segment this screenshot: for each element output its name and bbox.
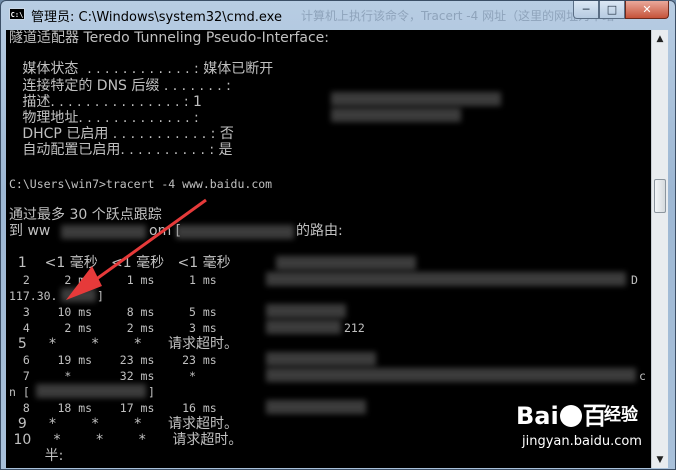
maximize-button[interactable]: □	[599, 1, 625, 19]
window-controls: ─ □ ✕	[573, 1, 669, 20]
watermark-url: jingyan.baidu.com	[522, 434, 642, 449]
jingyan-brand: 经验	[604, 405, 638, 425]
background-window-title: 计算机上执行该命令，Tracert -4 网址（这里的网址为本站	[301, 9, 615, 23]
window-title: 管理员: C:\Windows\system32\cmd.exe	[31, 10, 282, 25]
baidu-jingyan-watermark: Bai 百 经验 jingyan.baidu.com	[516, 396, 666, 464]
close-button[interactable]: ✕	[625, 1, 669, 19]
title-bar[interactable]: C:\ 管理员: C:\Windows\system32\cmd.exe 计算机…	[1, 1, 675, 29]
cmd-app-icon[interactable]: C:\	[9, 8, 25, 20]
cmd-window: C:\ 管理员: C:\Windows\system32\cmd.exe 计算机…	[0, 0, 676, 470]
scroll-thumb[interactable]	[654, 179, 666, 213]
minimize-button[interactable]: ─	[573, 1, 599, 19]
scroll-up-icon[interactable]: ▲	[652, 30, 668, 47]
baidu-logo: Bai 百	[516, 396, 607, 431]
baidu-logo-text: Bai	[516, 402, 559, 430]
baidu-paw-icon	[559, 405, 582, 427]
